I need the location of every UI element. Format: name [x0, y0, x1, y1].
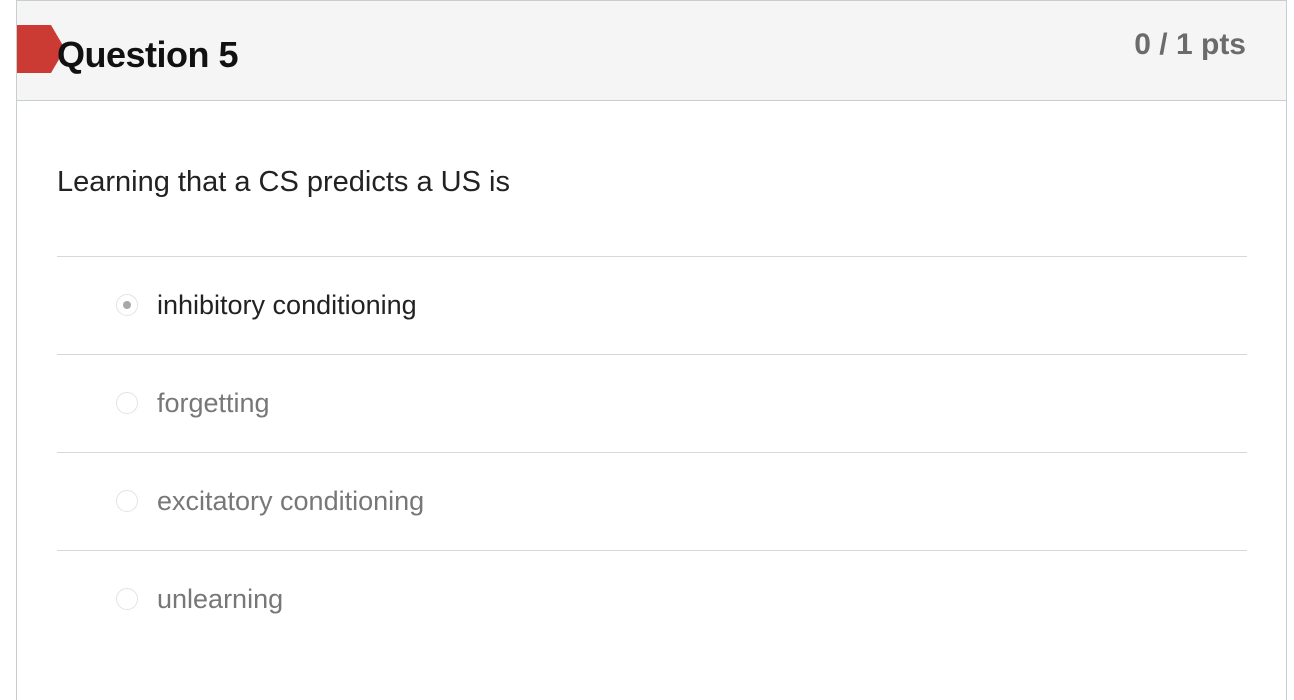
question-title: Question 5 [57, 34, 239, 75]
radio-button-selected[interactable] [116, 294, 138, 316]
question-points: 0 / 1 pts [1134, 28, 1246, 61]
answer-label: excitatory conditioning [157, 486, 425, 516]
answer-label: unlearning [157, 584, 284, 614]
answer-label: inhibitory conditioning [157, 290, 417, 320]
answer-option[interactable]: forgetting [57, 354, 1247, 452]
answer-option[interactable]: excitatory conditioning [57, 452, 1247, 550]
answer-option[interactable]: inhibitory conditioning [57, 256, 1247, 354]
radio-button[interactable] [116, 392, 138, 414]
answer-option[interactable]: unlearning [57, 550, 1247, 648]
question-card: Question 5 0 / 1 pts Learning that a CS … [16, 0, 1287, 700]
question-header: Question 5 0 / 1 pts [17, 1, 1286, 101]
answer-list: inhibitory conditioning forgetting excit… [57, 256, 1247, 648]
radio-button[interactable] [116, 588, 138, 610]
question-text: Learning that a CS predicts a US is [57, 166, 510, 198]
radio-button[interactable] [116, 490, 138, 512]
answer-label: forgetting [157, 388, 270, 418]
